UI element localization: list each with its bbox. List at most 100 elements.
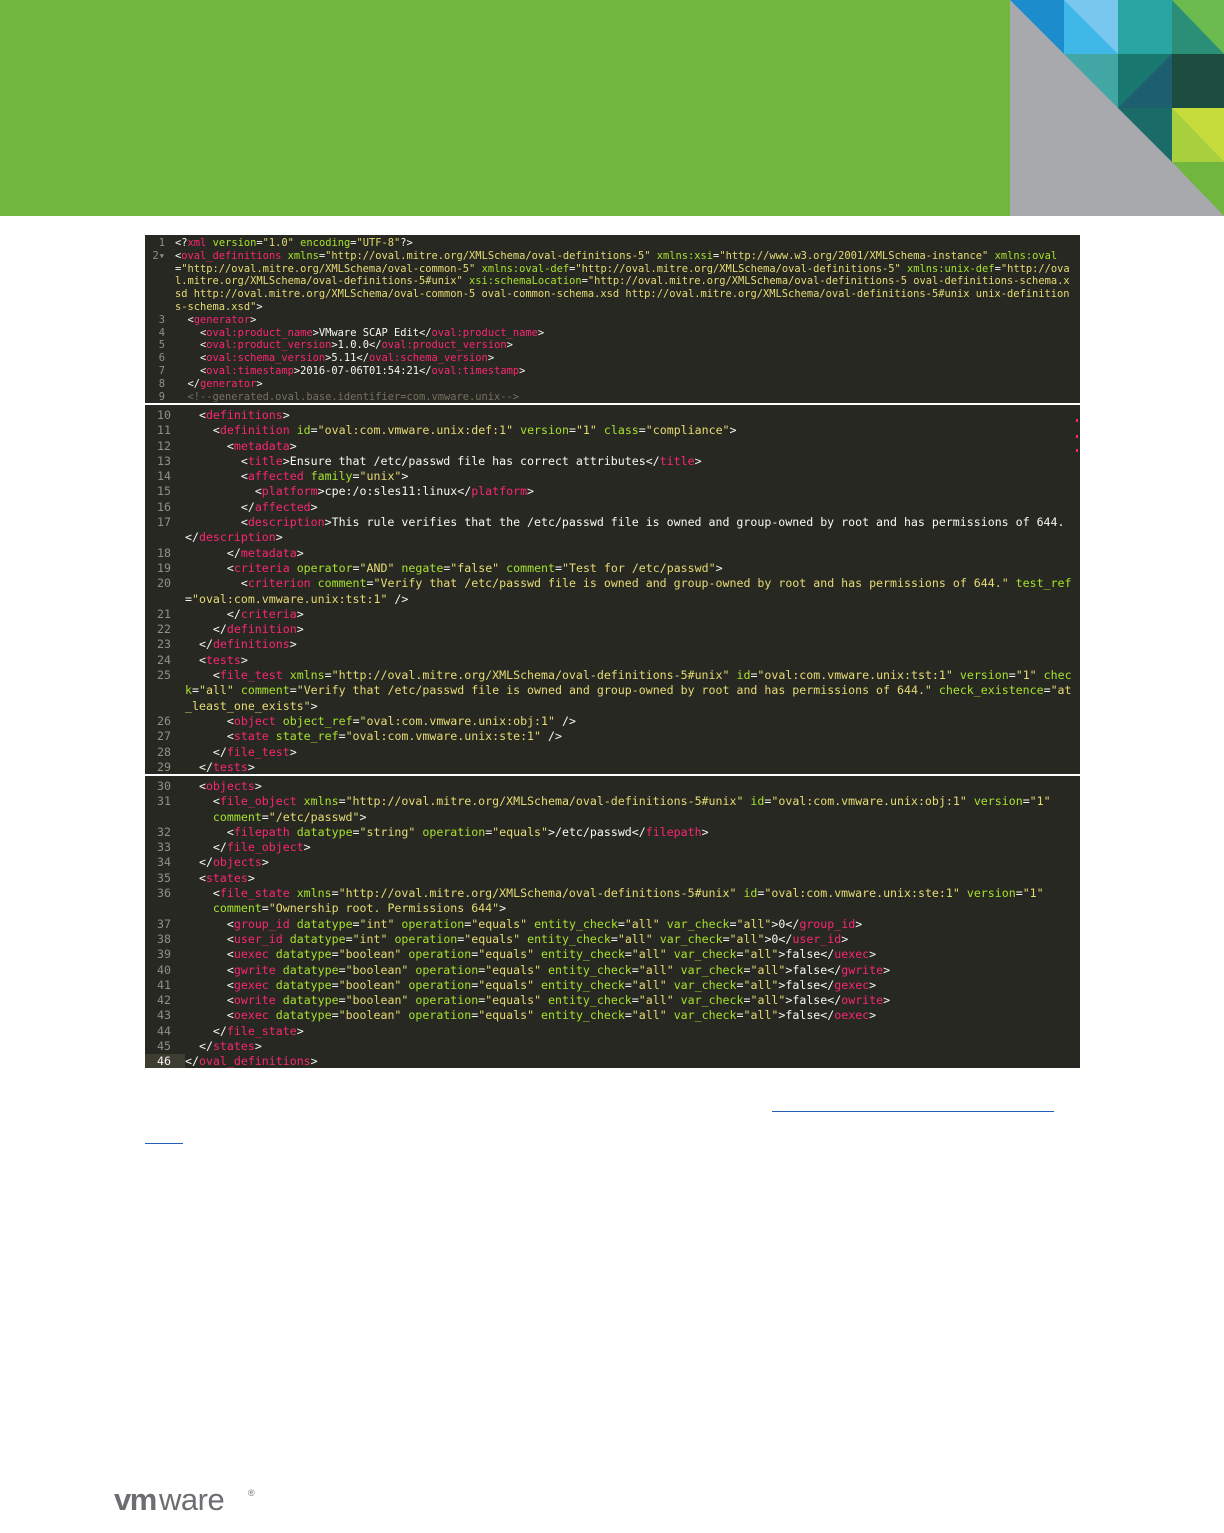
code-line: 45 </states>: [145, 1039, 1080, 1054]
line-number: 18: [157, 545, 171, 560]
code-line: 41 <gexec datatype="boolean" operation="…: [145, 978, 1080, 993]
code-line: 39 <uexec datatype="boolean" operation="…: [145, 947, 1080, 962]
code-text: <definition id="oval:com.vmware.unix:def…: [185, 423, 737, 438]
code-lines: 1 <?xml version="1.0" encoding="UTF-8"?> 2…: [145, 235, 1080, 403]
line-number: 32: [157, 824, 171, 839]
line-number: 21: [157, 606, 171, 621]
code-line: 21 </criteria>: [145, 607, 1080, 622]
header-band: [0, 0, 1010, 216]
line-number: 20: [157, 576, 171, 591]
code-line: 13 <title>Ensure that /etc/passwd file h…: [145, 454, 1080, 469]
line-number: 2▾: [152, 249, 165, 262]
code-line: 16 </affected>: [145, 500, 1080, 515]
code-lines: 30 <objects> 31 <file_object xmlns="http:…: [145, 776, 1080, 1068]
line-number: 36: [157, 886, 171, 901]
code-line: 19 <criteria operator="AND" negate="fals…: [145, 561, 1080, 576]
code-line: 10 <definitions>: [145, 408, 1080, 423]
code-text: <state state_ref="oval:com.vmware.unix:s…: [185, 729, 562, 744]
code-line: 17 <description>This rule verifies that …: [145, 515, 1080, 546]
code-text: <filepath datatype="string" operation="e…: [185, 824, 709, 839]
code-text: <oval_definitions xmlns="http://oval.mit…: [175, 249, 1070, 313]
code-line: 31 <file_object xmlns="http://oval.mitre…: [145, 794, 1080, 825]
code-line: 9 <!--generated.oval.base.identifier=com…: [145, 391, 1080, 403]
code-text: <definitions>: [185, 408, 290, 422]
svg-text:®: ®: [248, 1488, 255, 1498]
code-panel-xml-header: 1 <?xml version="1.0" encoding="UTF-8"?> 2…: [145, 235, 1080, 403]
code-text: <oval:product_name>VMware SCAP Edit</ova…: [175, 326, 545, 339]
code-text: <title>Ensure that /etc/passwd file has …: [185, 453, 702, 468]
code-text: </tests>: [185, 759, 255, 774]
code-line: 35 <states>: [145, 871, 1080, 886]
code-line: 22 </definition>: [145, 622, 1080, 637]
vmware-logo: vm ware ®: [114, 1485, 255, 1515]
scroll-marker: [1076, 435, 1078, 438]
code-text: </states>: [185, 1039, 262, 1054]
line-number: 22: [157, 622, 171, 637]
code-text: <gexec datatype="boolean" operation="equ…: [185, 977, 877, 992]
code-text: </definitions>: [185, 637, 297, 652]
svg-text:ware: ware: [158, 1485, 224, 1515]
code-text: <owrite datatype="boolean" operation="eq…: [185, 993, 891, 1008]
line-number: 12: [157, 438, 171, 453]
code-line: 4 <oval:product_name>VMware SCAP Edit</o…: [145, 327, 1080, 340]
code-line: 23 </definitions>: [145, 637, 1080, 652]
code-line: 44 </file_state>: [145, 1024, 1080, 1039]
code-lines: 10 <definitions> 11 <definition id="oval:…: [145, 405, 1080, 774]
line-number: 38: [157, 931, 171, 946]
code-line: 43 <oexec datatype="boolean" operation="…: [145, 1008, 1080, 1023]
code-text: </oval_definitions>: [185, 1054, 318, 1068]
code-text: </metadata>: [185, 545, 304, 560]
code-panel-objects-states: 30 <objects> 31 <file_object xmlns="http:…: [145, 776, 1080, 1068]
line-number: 14: [157, 469, 171, 484]
line-number: 15: [157, 484, 171, 499]
code-text: </objects>: [185, 855, 269, 870]
line-number: 4: [158, 326, 165, 339]
code-line: 37 <group_id datatype="int" operation="e…: [145, 917, 1080, 932]
code-line: 27 <state state_ref="oval:com.vmware.uni…: [145, 729, 1080, 744]
code-line: 28 </file_test>: [145, 745, 1080, 760]
code-text: <oexec datatype="boolean" operation="equ…: [185, 1008, 877, 1023]
line-number: 7: [158, 364, 165, 377]
code-line: 8 </generator>: [145, 378, 1080, 391]
line-number: 40: [157, 962, 171, 977]
code-text: </file_test>: [185, 744, 297, 759]
code-text: </affected>: [185, 499, 318, 514]
code-text: <!--generated.oval.base.identifier=com.v…: [187, 390, 520, 403]
code-line: 12 <metadata>: [145, 439, 1080, 454]
code-line: 5 <oval:product_version>1.0.0</oval:prod…: [145, 339, 1080, 352]
code-text: <platform>cpe:/o:sles11:linux</platform>: [185, 484, 535, 499]
code-text: <criteria operator="AND" negate="false" …: [185, 560, 723, 575]
line-number: 9: [158, 390, 165, 403]
line-number: 30: [157, 779, 171, 793]
hyperlink-underline[interactable]: [145, 1143, 183, 1144]
code-text: <description>This rule verifies that the…: [185, 515, 1065, 545]
code-line: 36 <file_state xmlns="http://oval.mitre.…: [145, 886, 1080, 917]
code-text: </file_state>: [185, 1023, 304, 1038]
code-line: 29 </tests>: [145, 760, 1080, 774]
line-number: 19: [157, 560, 171, 575]
line-number: 44: [157, 1023, 171, 1038]
line-number: 17: [157, 515, 171, 530]
code-text: <file_state xmlns="http://oval.mitre.org…: [185, 886, 1044, 916]
line-number: 13: [157, 453, 171, 468]
line-number: 27: [157, 729, 171, 744]
line-number: 34: [157, 855, 171, 870]
code-text: <group_id datatype="int" operation="equa…: [185, 916, 863, 931]
code-text: <uexec datatype="boolean" operation="equ…: [185, 947, 877, 962]
code-line: 7 <oval:timestamp>2016-07-06T01:54:21</o…: [145, 365, 1080, 378]
code-text: <tests>: [185, 652, 248, 667]
code-line: 40 <gwrite datatype="boolean" operation=…: [145, 963, 1080, 978]
header-decorative-triangles: [1010, 0, 1224, 216]
code-text: </file_object>: [185, 840, 311, 855]
code-text: </definition>: [185, 622, 304, 637]
hyperlink-underline[interactable]: [772, 1111, 1054, 1112]
code-line: 14 <affected family="unix">: [145, 469, 1080, 484]
code-panel-definitions-tests: 10 <definitions> 11 <definition id="oval:…: [145, 405, 1080, 774]
line-number: 6: [158, 352, 165, 365]
code-line: 25 <file_test xmlns="http://oval.mitre.o…: [145, 668, 1080, 714]
line-number: 43: [157, 1008, 171, 1023]
code-line: 15 <platform>cpe:/o:sles11:linux</platfo…: [145, 484, 1080, 499]
code-text: <affected family="unix">: [185, 469, 409, 484]
line-number: 41: [157, 977, 171, 992]
code-line: 46 </oval_definitions>: [145, 1054, 1080, 1068]
